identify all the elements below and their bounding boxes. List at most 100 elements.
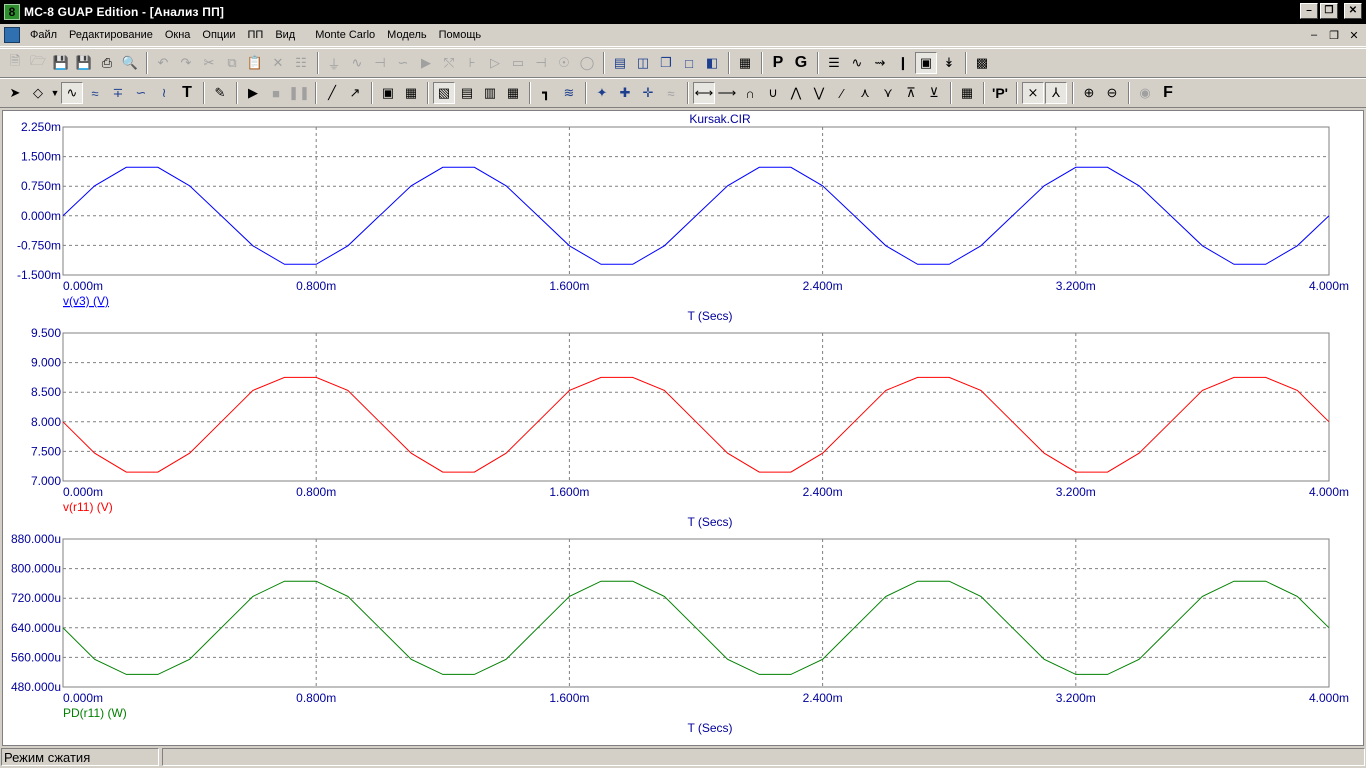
token-icon[interactable]: ≋	[558, 82, 580, 104]
waveform-icon[interactable]: ∿	[846, 52, 868, 74]
undo-icon[interactable]: ↶	[152, 52, 174, 74]
p-key-button[interactable]: P	[767, 52, 789, 74]
copy-icon[interactable]: ⧉	[221, 52, 243, 74]
bus-mode-icon[interactable]: ∓	[107, 82, 129, 104]
table-icon[interactable]: ▦	[956, 82, 978, 104]
diagonal-arrow-icon[interactable]: ↗	[344, 82, 366, 104]
dotted-grid-icon[interactable]: ▦	[502, 82, 524, 104]
menu-view[interactable]: Вид	[269, 29, 301, 41]
low-icon[interactable]: ⋁	[808, 82, 830, 104]
component-mode-icon[interactable]: ◇	[27, 82, 49, 104]
text-tool-button[interactable]: T	[176, 82, 198, 104]
tile-horizontal-icon[interactable]: ▤	[609, 52, 631, 74]
stop-icon[interactable]: ■	[265, 82, 287, 104]
zoom-out-icon[interactable]: ⊖	[1101, 82, 1123, 104]
color-palette-icon[interactable]: ◉	[1134, 82, 1156, 104]
chart-window-icon[interactable]: ▩	[971, 52, 993, 74]
ground-icon[interactable]: ⏚	[323, 52, 345, 74]
waveform-select-icon[interactable]: ∿	[61, 82, 83, 104]
g-key-button[interactable]: G	[790, 52, 812, 74]
font-button[interactable]: F	[1157, 82, 1179, 104]
transistor-icon[interactable]: ⤲	[438, 52, 460, 74]
top-icon[interactable]: ⊼	[900, 82, 922, 104]
high-icon[interactable]: ⋀	[785, 82, 807, 104]
probe-icon[interactable]: ⇝	[869, 52, 891, 74]
peak-icon[interactable]: ∩	[739, 82, 761, 104]
window-icon[interactable]: □	[678, 52, 700, 74]
menu-monte-carlo[interactable]: Monte Carlo	[309, 29, 381, 41]
menu-model[interactable]: Модель	[381, 29, 432, 41]
zoom-in-icon[interactable]: ⊕	[1078, 82, 1100, 104]
calculator-icon[interactable]: ▦	[734, 52, 756, 74]
menu-file[interactable]: Файл	[24, 29, 63, 41]
run-icon[interactable]: ▶	[242, 82, 264, 104]
pin-icon[interactable]: ❙	[892, 52, 914, 74]
bottom-icon[interactable]: ⊻	[923, 82, 945, 104]
document-icon[interactable]	[4, 27, 20, 43]
cursor-prev-icon[interactable]: ⟶	[716, 82, 738, 104]
mdi-close-button[interactable]: ✕	[1346, 28, 1362, 42]
inductor-icon[interactable]: ∽	[392, 52, 414, 74]
source-icon[interactable]: ⊣	[530, 52, 552, 74]
close-button[interactable]: ✕	[1344, 3, 1362, 19]
delete-icon[interactable]: ✕	[267, 52, 289, 74]
split-window-icon[interactable]: ◧	[701, 52, 723, 74]
minimize-button[interactable]: –	[1300, 3, 1318, 19]
data-points-icon[interactable]: ✦	[591, 82, 613, 104]
line-icon[interactable]: ╱	[321, 82, 343, 104]
capacitor-icon[interactable]: ⊣	[369, 52, 391, 74]
save-icon[interactable]: 💾	[50, 52, 72, 74]
global-low-icon[interactable]: ⋎	[877, 82, 899, 104]
horizontal-lines-icon[interactable]: ▤	[456, 82, 478, 104]
mdi-restore-button[interactable]: ❐	[1326, 28, 1342, 42]
battery-icon[interactable]: ▭	[507, 52, 529, 74]
new-file-icon[interactable]: 🗎	[4, 52, 26, 74]
p-quote-button[interactable]: 'P'	[989, 82, 1011, 104]
print-preview-icon[interactable]: 🔍	[119, 52, 141, 74]
axis-icon[interactable]: ┓	[535, 82, 557, 104]
valley-icon[interactable]: ∪	[762, 82, 784, 104]
select-arrow-icon[interactable]: ➤	[4, 82, 26, 104]
select-all-icon[interactable]: ☷	[290, 52, 312, 74]
menu-windows[interactable]: Окна	[159, 29, 197, 41]
wave-select-icon[interactable]: ≈	[660, 82, 682, 104]
properties-icon[interactable]: ✎	[209, 82, 231, 104]
vertical-lines-icon[interactable]: ▥	[479, 82, 501, 104]
scope-icon[interactable]: ▣	[915, 52, 937, 74]
resistor-icon[interactable]: ∿	[346, 52, 368, 74]
dropdown-arrow-icon[interactable]: ▼	[50, 82, 60, 104]
opamp-icon[interactable]: ▷	[484, 52, 506, 74]
info-mode-icon[interactable]: ≀	[153, 82, 175, 104]
open-folder-icon[interactable]: 🗁	[27, 52, 49, 74]
current-source-icon[interactable]: ☉	[553, 52, 575, 74]
x-scale-icon[interactable]: ⨯	[1022, 82, 1044, 104]
print-icon[interactable]: ⎙	[96, 52, 118, 74]
cascade-icon[interactable]: ❐	[655, 52, 677, 74]
paste-icon[interactable]: 📋	[244, 52, 266, 74]
menu-transient[interactable]: ПП	[242, 29, 270, 41]
tile-vertical-icon[interactable]: ◫	[632, 52, 654, 74]
global-high-icon[interactable]: ⋏	[854, 82, 876, 104]
redo-icon[interactable]: ↷	[175, 52, 197, 74]
grid-lines-icon[interactable]: ▧	[433, 82, 455, 104]
vd-icon[interactable]: ↡	[938, 52, 960, 74]
graph-mode-icon[interactable]: ∽	[130, 82, 152, 104]
save-all-icon[interactable]: 💾	[73, 52, 95, 74]
cursor-move-icon[interactable]: ✛	[637, 82, 659, 104]
pause-icon[interactable]: ❚❚	[288, 82, 310, 104]
frame-icon[interactable]: ▣	[377, 82, 399, 104]
mdi-minimize-button[interactable]: –	[1306, 28, 1322, 42]
grid-icon[interactable]: ▦	[400, 82, 422, 104]
wire-mode-icon[interactable]: ≈	[84, 82, 106, 104]
menu-options[interactable]: Опции	[196, 29, 241, 41]
cursor-tracker-icon[interactable]: ✚	[614, 82, 636, 104]
voltage-source-icon[interactable]: ◯	[576, 52, 598, 74]
cursor-next-icon[interactable]: ⟷	[693, 82, 715, 104]
diode-icon[interactable]: ▶	[415, 52, 437, 74]
inflection-icon[interactable]: ∕	[831, 82, 853, 104]
menu-help[interactable]: Помощь	[433, 29, 488, 41]
y-scale-icon[interactable]: ⅄	[1045, 82, 1067, 104]
restore-button[interactable]: ❐	[1320, 3, 1338, 19]
cut-icon[interactable]: ✂	[198, 52, 220, 74]
menu-edit[interactable]: Редактирование	[63, 29, 159, 41]
